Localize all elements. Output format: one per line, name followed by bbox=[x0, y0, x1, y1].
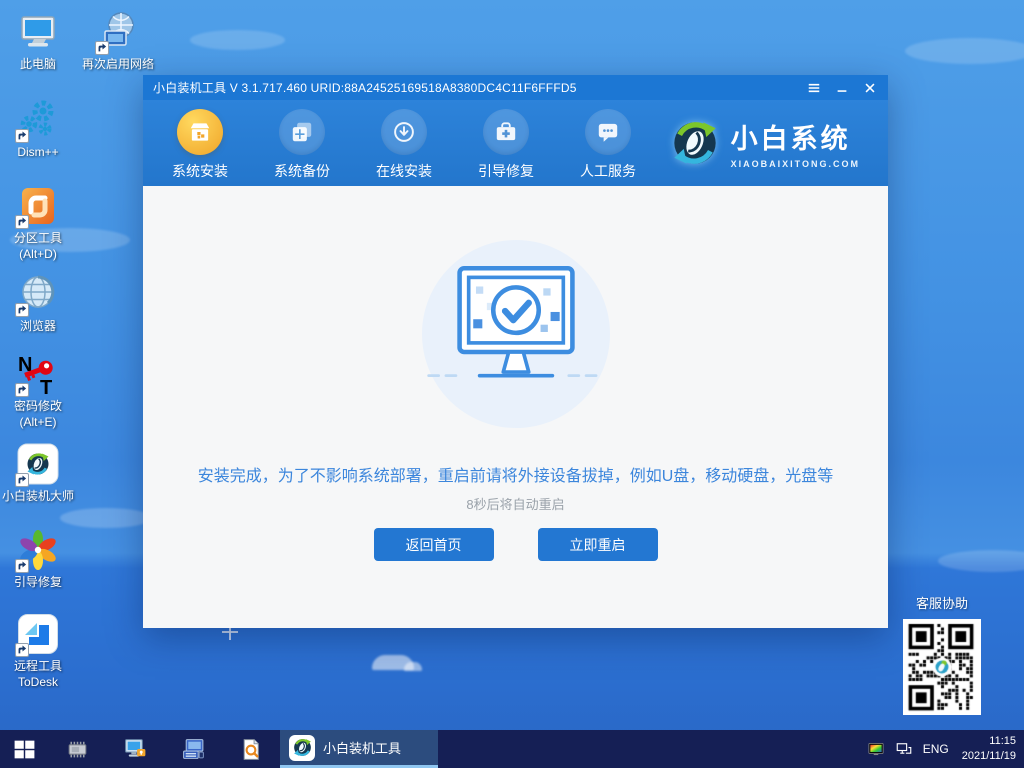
xiaobai-logo-icon bbox=[669, 117, 721, 169]
taskbar-start-button[interactable] bbox=[0, 730, 48, 768]
restart-now-button[interactable]: 立即重启 bbox=[538, 528, 658, 561]
install-tab-icon bbox=[177, 109, 223, 155]
network-icon[interactable] bbox=[895, 740, 914, 759]
desktop-icon-label: 引导修复 bbox=[14, 575, 62, 591]
tab-label: 引导修复 bbox=[478, 161, 534, 181]
taskbar-keyboard-button[interactable] bbox=[164, 730, 222, 768]
desktop-icon-todesk[interactable]: 远程工具 ToDesk bbox=[0, 612, 76, 690]
tab-online[interactable]: 在线安装 bbox=[353, 100, 455, 186]
desktop-icon-partition-tool[interactable]: 分区工具 (Alt+D) bbox=[0, 184, 76, 262]
repair-tab-icon bbox=[483, 109, 529, 155]
network-enable-icon bbox=[96, 10, 140, 54]
shortcut-arrow-icon bbox=[15, 129, 29, 143]
nav-bar: 系统安装 系统备份 在线安装 引导修复 人工服务 小白系统 XIAOBAIXITONG.… bbox=[143, 100, 888, 186]
tab-repair[interactable]: 引导修复 bbox=[455, 100, 557, 186]
window-controls bbox=[806, 80, 878, 96]
qr-title: 客服协助 bbox=[903, 593, 981, 612]
browser-icon bbox=[16, 272, 60, 316]
brand-name: 小白系统 bbox=[731, 117, 860, 156]
service-tab-icon bbox=[585, 109, 631, 155]
desktop-icon-label: 此电脑 bbox=[20, 57, 56, 73]
desktop-icon-boot-repair[interactable]: 引导修复 bbox=[0, 528, 76, 591]
tab-backup[interactable]: 系统备份 bbox=[251, 100, 353, 186]
tab-label: 系统安装 bbox=[172, 161, 228, 181]
tray-date: 2021/11/19 bbox=[962, 749, 1016, 764]
shortcut-arrow-icon bbox=[15, 303, 29, 317]
brand: 小白系统 XIAOBAIXITONG.COM bbox=[669, 100, 888, 186]
desktop-icon-label: 浏览器 bbox=[20, 319, 56, 335]
taskbar-chip-button[interactable] bbox=[48, 730, 106, 768]
taskbar-display-tool-button[interactable] bbox=[106, 730, 164, 768]
reboot-countdown: 8秒后将自动重启 bbox=[466, 494, 564, 513]
desktop-icon-dism[interactable]: Dism++ bbox=[0, 98, 76, 161]
shortcut-arrow-icon bbox=[15, 559, 29, 573]
desktop-icon-label: 密码修改 (Alt+E) bbox=[14, 399, 62, 430]
svg-text:T: T bbox=[40, 377, 52, 396]
dism-icon bbox=[16, 98, 60, 142]
shortcut-arrow-icon bbox=[15, 215, 29, 229]
active-task-label: 小白装机工具 bbox=[323, 738, 401, 757]
tab-label: 人工服务 bbox=[580, 161, 636, 181]
nav-tabs: 系统安装 系统备份 在线安装 引导修复 人工服务 bbox=[149, 100, 659, 186]
xiaobai-master-icon bbox=[16, 442, 60, 486]
shortcut-arrow-icon bbox=[15, 643, 29, 657]
button-row: 返回首页 立即重启 bbox=[374, 528, 658, 561]
xiaobai-installer-window: 小白装机工具 V 3.1.717.460 URID:88A24525169518… bbox=[143, 75, 888, 628]
shortcut-arrow-icon bbox=[95, 41, 109, 55]
system-tray: ENG 11:15 2021/11/19 bbox=[867, 734, 1024, 764]
desktop-icon-password-reset[interactable]: NT密码修改 (Alt+E) bbox=[0, 352, 76, 430]
customer-service-panel: 客服协助 bbox=[903, 593, 981, 715]
desktop-icon-label: 再次启用网络 bbox=[82, 57, 154, 73]
desktop: 此电脑 再次启用网络 Dism++ 分区工具 (Alt+D) 浏览器 NT密码修改 (Al… bbox=[0, 0, 1024, 768]
brand-site: XIAOBAIXITONG.COM bbox=[731, 159, 860, 169]
backup-tab-icon bbox=[279, 109, 325, 155]
cloud bbox=[404, 662, 422, 671]
tab-label: 系统备份 bbox=[274, 161, 330, 181]
tray-time: 11:15 bbox=[962, 734, 1016, 749]
tab-service[interactable]: 人工服务 bbox=[557, 100, 659, 186]
return-home-button[interactable]: 返回首页 bbox=[374, 528, 494, 561]
cloud bbox=[905, 38, 1024, 64]
display-settings-icon[interactable] bbox=[867, 740, 886, 759]
taskbar-search-doc-button[interactable] bbox=[222, 730, 280, 768]
taskbar: 小白装机工具 ENG 11:15 2021/11/19 bbox=[0, 730, 1024, 768]
window-titlebar[interactable]: 小白装机工具 V 3.1.717.460 URID:88A24525169518… bbox=[143, 75, 888, 100]
shortcut-arrow-icon bbox=[15, 473, 29, 487]
boot-repair-icon bbox=[16, 528, 60, 572]
install-complete-message: 安装完成，为了不影响系统部署，重启前请将外接设备拔掉，例如U盘，移动硬盘，光盘等 bbox=[198, 462, 834, 486]
desktop-icon-xiaobai-master[interactable]: 小白装机大师 bbox=[0, 442, 76, 505]
cloud bbox=[938, 550, 1024, 572]
partition-tool-icon bbox=[16, 184, 60, 228]
desktop-icon-label: Dism++ bbox=[17, 145, 58, 161]
desktop-icon-this-pc[interactable]: 此电脑 bbox=[0, 10, 76, 73]
desktop-icon-browser[interactable]: 浏览器 bbox=[0, 272, 76, 335]
brand-text: 小白系统 XIAOBAIXITONG.COM bbox=[731, 117, 860, 169]
online-tab-icon bbox=[381, 109, 427, 155]
desktop-icon-network-enable[interactable]: 再次启用网络 bbox=[80, 10, 156, 73]
todesk-icon bbox=[16, 612, 60, 656]
window-content: 安装完成，为了不影响系统部署，重启前请将外接设备拔掉，例如U盘，移动硬盘，光盘等… bbox=[143, 186, 888, 628]
taskbar-buttons bbox=[0, 730, 280, 768]
clock[interactable]: 11:15 2021/11/19 bbox=[958, 734, 1016, 764]
desktop-icon-label: 小白装机大师 bbox=[2, 489, 74, 505]
shortcut-arrow-icon bbox=[15, 383, 29, 397]
language-indicator[interactable]: ENG bbox=[923, 742, 949, 756]
desktop-icon-label: 分区工具 (Alt+D) bbox=[14, 231, 62, 262]
qr-code bbox=[903, 619, 981, 715]
this-pc-icon bbox=[16, 10, 60, 54]
success-monitor-icon bbox=[425, 261, 607, 407]
tab-label: 在线安装 bbox=[376, 161, 432, 181]
taskbar-active-task[interactable]: 小白装机工具 bbox=[280, 730, 438, 768]
xiaobai-logo-icon bbox=[289, 735, 315, 761]
success-illustration bbox=[422, 240, 610, 428]
desktop-icon-label: 远程工具 ToDesk bbox=[14, 659, 62, 690]
menu-icon[interactable] bbox=[806, 80, 822, 96]
close-icon[interactable] bbox=[862, 80, 878, 96]
window-title: 小白装机工具 V 3.1.717.460 URID:88A24525169518… bbox=[153, 79, 577, 96]
tab-install[interactable]: 系统安装 bbox=[149, 100, 251, 186]
password-reset-icon: NT bbox=[16, 352, 60, 396]
cloud bbox=[190, 30, 285, 50]
minimize-icon[interactable] bbox=[834, 80, 850, 96]
